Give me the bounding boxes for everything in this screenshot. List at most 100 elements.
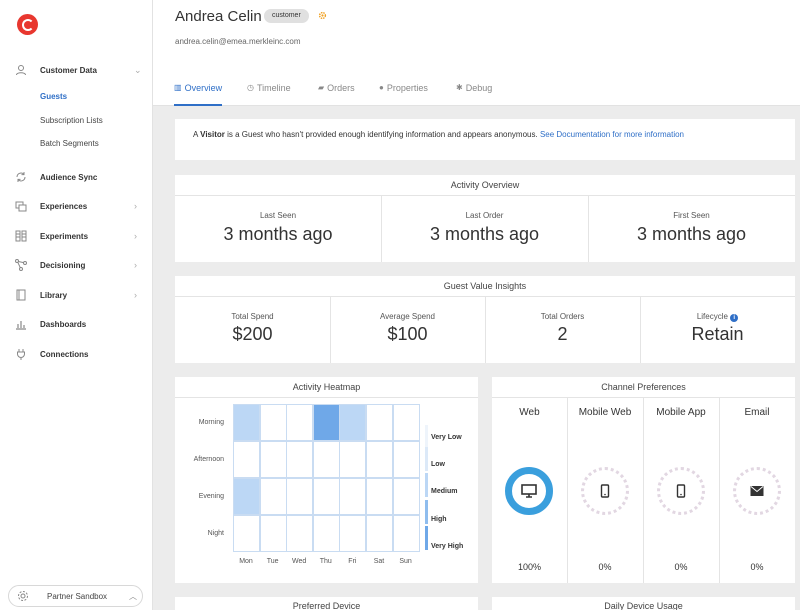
profile-email: andrea.celin@emea.merkleinc.com: [175, 37, 301, 46]
stat-label: Last Order: [465, 211, 504, 220]
channel-label: Mobile App: [656, 407, 706, 418]
tab-overview[interactable]: ▥ Overview: [174, 83, 223, 106]
tab-properties[interactable]: ● Properties: [379, 83, 428, 106]
sidebar-item-experiments[interactable]: Experiments ›: [0, 225, 153, 247]
library-icon: [16, 289, 26, 301]
sidebar-item-label: Dashboards: [40, 319, 87, 329]
stat-value: 3 months ago: [223, 224, 333, 244]
tab-label: Timeline: [256, 83, 291, 93]
chevron-right-icon: ›: [134, 231, 137, 241]
preferred-device-card: Preferred Device: [175, 597, 478, 610]
channel-label: Mobile Web: [578, 407, 632, 418]
heatmap-cell: [286, 478, 314, 515]
sidebar-item-customer-data[interactable]: Customer Data ⌄: [0, 59, 153, 81]
heatmap-cell: [312, 441, 340, 478]
sync-icon: [16, 172, 26, 182]
cart-icon: ▰: [318, 83, 325, 92]
gear-icon[interactable]: [318, 11, 327, 20]
heatmap-cell: [339, 478, 367, 515]
heatmap-cell: [339, 404, 367, 441]
documentation-link[interactable]: See Documentation for more information: [540, 130, 684, 139]
clock-icon: ◷: [247, 83, 254, 92]
sidebar-item-decisioning[interactable]: Decisioning ›: [0, 254, 153, 276]
sidebar-subitem-subscription-lists[interactable]: Subscription Lists: [40, 116, 103, 125]
section-title: Daily Device Usage: [604, 601, 683, 610]
tab-debug[interactable]: ✱ Debug: [456, 83, 492, 106]
experiences-icon: [15, 201, 27, 212]
heatmap-col-label: Mon: [239, 558, 253, 565]
heatmap-cell: [259, 478, 287, 515]
chevron-right-icon: ›: [134, 201, 137, 211]
phone-icon: [600, 484, 610, 498]
decisioning-icon: [15, 259, 27, 271]
channel-pct: 0%: [674, 562, 688, 572]
channel-pct: 100%: [517, 562, 542, 572]
heatmap-cell: [392, 515, 420, 552]
stat-label: Total Orders: [540, 312, 585, 321]
profile-header: Andrea Celin customer andrea.celin@emea.…: [153, 0, 800, 64]
status-badge: customer: [264, 9, 309, 23]
heatmap-cell: [259, 404, 287, 441]
section-title: Activity Heatmap: [292, 382, 361, 392]
heatmap-cell: [339, 515, 367, 552]
heatmap-legend-swatch: [425, 500, 428, 524]
divider: [567, 397, 568, 583]
divider: [175, 397, 478, 398]
chart-icon: ▥: [174, 83, 182, 92]
chevron-down-icon: ⌄: [134, 65, 142, 75]
heatmap-col-label: Sat: [373, 558, 385, 565]
tab-timeline[interactable]: ◷ Timeline: [247, 83, 291, 106]
person-icon: [16, 65, 26, 76]
heatmap-cell: [233, 478, 260, 515]
heatmap-col-label: Tue: [266, 558, 279, 565]
heatmap-cell: [392, 478, 420, 515]
daily-device-usage-card: Daily Device Usage: [492, 597, 795, 610]
tab-label: Overview: [184, 83, 223, 93]
tab-orders[interactable]: ▰ Orders: [318, 83, 355, 106]
channel-ring-email: [733, 467, 781, 515]
sidebar-item-label: Decisioning: [40, 260, 86, 270]
stat-label: Average Spend: [379, 312, 435, 321]
section-title: Activity Overview: [450, 180, 520, 190]
channel-label: Web: [519, 407, 540, 418]
sidebar-subitem-guests[interactable]: Guests: [40, 92, 67, 101]
channel-ring-web: [505, 467, 553, 515]
heatmap-cell: [392, 404, 420, 441]
sidebar-item-library[interactable]: Library ›: [0, 284, 153, 306]
sidebar-subitem-batch-segments[interactable]: Batch Segments: [40, 139, 99, 148]
cog-icon: ✱: [456, 83, 463, 92]
page-title: Andrea Celin: [175, 8, 262, 25]
visitor-notice: A Visitor is a Guest who hasn't provided…: [175, 119, 795, 160]
activity-overview-card: Activity Overview Last Seen 3 months ago…: [175, 175, 795, 262]
sidebar-item-experiences[interactable]: Experiences ›: [0, 195, 153, 217]
channel-pct: 0%: [750, 562, 764, 572]
sandbox-selector[interactable]: Partner Sandbox ︿: [8, 585, 143, 607]
channel-pct: 0%: [598, 562, 612, 572]
sidebar-item-connections[interactable]: Connections: [0, 343, 153, 365]
sidebar-item-dashboards[interactable]: Dashboards: [0, 313, 153, 335]
heatmap-cell: [259, 515, 287, 552]
notice-bold: Visitor: [200, 130, 225, 139]
stat-label: Last Seen: [259, 211, 297, 220]
stat-label: Total Spend: [231, 312, 274, 321]
divider: [643, 397, 644, 583]
stat-label: First Seen: [673, 211, 710, 220]
heatmap-col-label: Sun: [399, 558, 412, 565]
heatmap-legend-swatch: [425, 526, 428, 550]
heatmap-cell: [233, 404, 260, 441]
heatmap-cell: [233, 515, 260, 552]
sidebar: Customer Data ⌄ Guests Subscription List…: [0, 0, 153, 610]
brand-logo[interactable]: [17, 14, 38, 35]
tab-bar: ▥ Overview ◷ Timeline ▰ Orders ● Properties …: [153, 64, 800, 106]
sidebar-item-audience-sync[interactable]: Audience Sync: [0, 166, 153, 188]
info-icon[interactable]: i: [730, 314, 739, 322]
info-icon: ●: [379, 83, 384, 92]
heatmap-cell: [392, 441, 420, 478]
chevron-up-icon: ︿: [129, 592, 137, 601]
channel-ring-mobile-web: [581, 467, 629, 515]
heatmap-cell: [312, 478, 340, 515]
phone-icon: [676, 484, 686, 498]
monitor-icon: [521, 484, 537, 498]
heatmap-legend-swatch: [425, 447, 428, 471]
heatmap-legend-label: High: [431, 516, 447, 523]
